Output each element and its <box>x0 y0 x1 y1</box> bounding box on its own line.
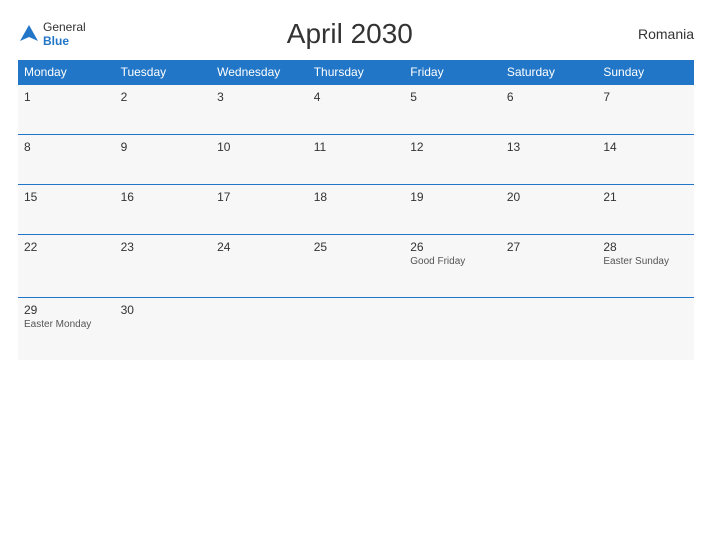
calendar-day-cell: 30 <box>115 298 212 361</box>
calendar-day-cell: 21 <box>597 185 694 235</box>
day-number: 11 <box>314 140 399 154</box>
calendar-day-cell: 13 <box>501 135 598 185</box>
day-number: 24 <box>217 240 302 254</box>
day-number: 14 <box>603 140 688 154</box>
day-event: Easter Monday <box>24 319 109 330</box>
calendar-day-cell: 26 Good Friday <box>404 235 501 298</box>
calendar-day-cell: 9 <box>115 135 212 185</box>
day-number: 6 <box>507 90 592 104</box>
day-event: Easter Sunday <box>603 256 688 267</box>
day-number: 9 <box>121 140 206 154</box>
calendar-day-cell: 16 <box>115 185 212 235</box>
calendar-day-cell: 19 <box>404 185 501 235</box>
calendar-day-cell: 23 <box>115 235 212 298</box>
calendar-day-cell <box>404 298 501 361</box>
calendar-week-row: 89 10 11 12 13 14 <box>18 135 694 185</box>
weekday-header-cell: Thursday <box>308 60 405 85</box>
day-number: 23 <box>121 240 206 254</box>
calendar-day-cell: 10 <box>211 135 308 185</box>
day-number: 22 <box>24 240 109 254</box>
day-number: 1 <box>24 90 109 104</box>
logo-text: General Blue <box>43 20 86 49</box>
calendar-week-row: 29 Easter Monday 30 <box>18 298 694 361</box>
day-number: 2 <box>121 90 206 104</box>
day-number: 10 <box>217 140 302 154</box>
day-number: 15 <box>24 190 109 204</box>
calendar-day-cell: 11 <box>308 135 405 185</box>
day-number: 16 <box>121 190 206 204</box>
calendar-page: General Blue April 2030 Romania MondayTu… <box>0 0 712 550</box>
weekday-header-cell: Wednesday <box>211 60 308 85</box>
calendar-day-cell: 3 <box>211 85 308 135</box>
calendar-day-cell: 28 Easter Sunday <box>597 235 694 298</box>
calendar-body: 1234567891011121314151617181920212223242… <box>18 85 694 361</box>
calendar-day-cell: 5 <box>404 85 501 135</box>
calendar-table: MondayTuesdayWednesdayThursdayFridaySatu… <box>18 60 694 360</box>
calendar-day-cell: 14 <box>597 135 694 185</box>
logo: General Blue <box>18 20 86 49</box>
calendar-day-cell: 2 <box>115 85 212 135</box>
country-label: Romania <box>614 26 694 42</box>
logo-blue-text: Blue <box>43 34 86 48</box>
calendar-day-cell: 12 <box>404 135 501 185</box>
calendar-day-cell <box>308 298 405 361</box>
day-number: 18 <box>314 190 399 204</box>
calendar-title: April 2030 <box>86 18 614 50</box>
calendar-week-row: 22 23 24 25 26 Good Friday 27 28 Easter Sunday <box>18 235 694 298</box>
logo-icon <box>18 23 40 45</box>
day-number: 13 <box>507 140 592 154</box>
day-number: 25 <box>314 240 399 254</box>
day-number: 30 <box>121 303 206 317</box>
day-number: 5 <box>410 90 495 104</box>
day-number: 27 <box>507 240 592 254</box>
logo-general-text: General <box>43 20 86 34</box>
calendar-day-cell: 4 <box>308 85 405 135</box>
weekday-header-cell: Saturday <box>501 60 598 85</box>
day-number: 12 <box>410 140 495 154</box>
calendar-day-cell: 15 <box>18 185 115 235</box>
weekday-header-cell: Friday <box>404 60 501 85</box>
day-number: 4 <box>314 90 399 104</box>
day-number: 3 <box>217 90 302 104</box>
calendar-day-cell: 22 <box>18 235 115 298</box>
calendar-day-cell <box>597 298 694 361</box>
day-number: 20 <box>507 190 592 204</box>
day-number: 7 <box>603 90 688 104</box>
day-number: 28 <box>603 240 688 254</box>
calendar-day-cell <box>501 298 598 361</box>
calendar-day-cell: 8 <box>18 135 115 185</box>
day-number: 17 <box>217 190 302 204</box>
day-number: 21 <box>603 190 688 204</box>
calendar-header: MondayTuesdayWednesdayThursdayFridaySatu… <box>18 60 694 85</box>
calendar-day-cell: 29 Easter Monday <box>18 298 115 361</box>
weekday-header-cell: Tuesday <box>115 60 212 85</box>
weekday-header-cell: Sunday <box>597 60 694 85</box>
day-number: 26 <box>410 240 495 254</box>
calendar-day-cell: 18 <box>308 185 405 235</box>
calendar-day-cell: 6 <box>501 85 598 135</box>
calendar-day-cell: 1 <box>18 85 115 135</box>
weekday-header-cell: Monday <box>18 60 115 85</box>
day-number: 8 <box>24 140 109 154</box>
day-number: 19 <box>410 190 495 204</box>
weekday-header-row: MondayTuesdayWednesdayThursdayFridaySatu… <box>18 60 694 85</box>
calendar-week-row: 15 16 17 18 19 20 21 <box>18 185 694 235</box>
calendar-day-cell: 24 <box>211 235 308 298</box>
calendar-day-cell <box>211 298 308 361</box>
day-number: 29 <box>24 303 109 317</box>
header: General Blue April 2030 Romania <box>18 18 694 50</box>
calendar-week-row: 1234567 <box>18 85 694 135</box>
calendar-day-cell: 7 <box>597 85 694 135</box>
calendar-day-cell: 25 <box>308 235 405 298</box>
calendar-day-cell: 17 <box>211 185 308 235</box>
calendar-day-cell: 27 <box>501 235 598 298</box>
day-event: Good Friday <box>410 256 495 267</box>
calendar-day-cell: 20 <box>501 185 598 235</box>
